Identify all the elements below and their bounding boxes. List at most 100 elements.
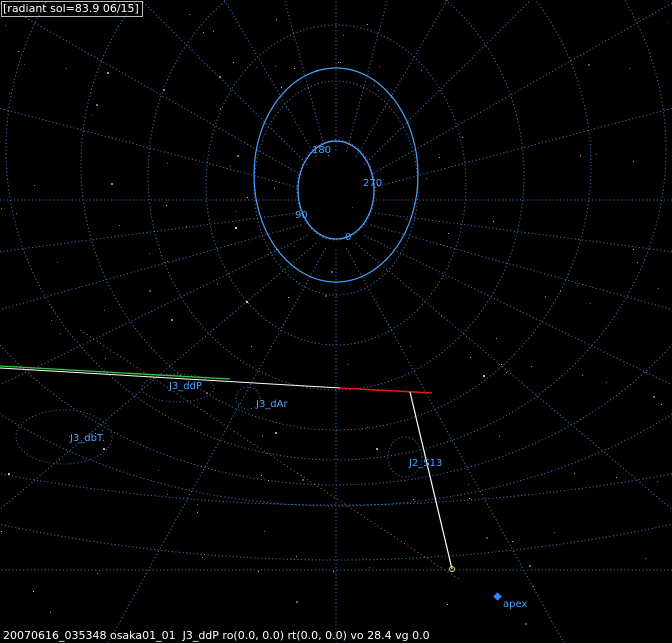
star [554,532,555,533]
star [501,364,502,365]
star [367,427,368,428]
star [638,18,639,19]
radiant-label-j3-ddp[interactable]: J3_ddP [168,381,202,392]
star [202,557,203,558]
star [171,319,173,321]
star [275,432,277,434]
star [186,226,187,227]
status-bar: 20070616_035348 osaka01_01 J3_ddP ro(0.0… [3,629,430,642]
star [1,531,2,532]
star [264,531,265,532]
star [633,161,634,162]
grid-meridian [0,242,317,510]
star [33,591,34,592]
star [633,249,634,250]
star [57,262,58,263]
star [197,504,198,505]
star [261,475,262,476]
star [163,89,165,91]
radiant-label-j3-dar[interactable]: J3_dAr [255,399,289,410]
ring-label-180: 180 [312,145,331,156]
star [119,225,120,226]
star [104,310,105,311]
radiant-label-j3-dbt[interactable]: J3_dbT. [69,433,105,444]
star [653,396,655,398]
grid-meridian [223,0,317,157]
apex-marker[interactable] [493,592,502,601]
grid-meridian [345,248,565,643]
orbit-dotted-line [79,329,461,581]
star [107,72,109,74]
star [158,470,159,471]
star [658,288,659,289]
star [560,291,561,292]
star [251,346,252,347]
star [16,213,17,214]
star [302,479,304,481]
sky-map[interactable]: 180 270 90 0 J3_ddP J3_dAr J3_dbT. J2_S1… [0,0,672,643]
trail-segment-green [0,365,231,380]
star [379,66,380,67]
ring-label-270: 270 [363,178,382,189]
star [661,404,662,405]
star [66,68,67,69]
star [596,154,597,155]
star [189,14,190,15]
star [374,85,375,86]
star [102,430,103,431]
star [525,623,527,625]
star [338,62,339,63]
star [483,375,485,377]
meteor-trail [0,365,455,572]
star [8,473,10,475]
star [276,19,277,20]
star [246,301,248,303]
star [378,90,379,91]
grid-meridian [370,224,672,311]
star [637,262,638,263]
grid-meridian [345,0,388,152]
radiant-label-j2-s13[interactable]: J2_S13 [408,458,442,469]
star [24,64,25,65]
star [616,477,617,478]
star [91,115,92,116]
star [529,565,531,567]
ring-label-90: 90 [295,210,308,221]
star [288,297,289,298]
star [34,185,35,186]
star [166,205,167,206]
grid-latitude-ring [147,0,525,391]
star [667,22,668,23]
star [217,283,218,284]
star [376,448,378,450]
star [233,62,234,63]
star [167,494,168,495]
star [105,358,106,359]
star [103,448,105,450]
star [512,541,513,542]
star [247,197,248,198]
star [469,498,470,499]
star [577,285,578,286]
star [97,573,98,574]
grid-meridian [140,0,309,166]
star [262,435,263,436]
star [51,320,52,321]
star [369,567,370,568]
grid-meridian [364,234,672,386]
star [294,246,295,247]
star [367,24,368,25]
star [574,473,575,474]
star [1,208,2,209]
star [219,76,221,78]
star [533,586,534,587]
star [531,366,532,367]
star [590,303,591,304]
star [448,233,449,234]
star [645,558,646,559]
star [281,87,282,88]
apex-label[interactable]: apex [503,599,527,610]
star [582,375,583,376]
radiant-circle-j2-s13[interactable] [387,436,423,478]
trail-segment-vertical [409,391,453,570]
